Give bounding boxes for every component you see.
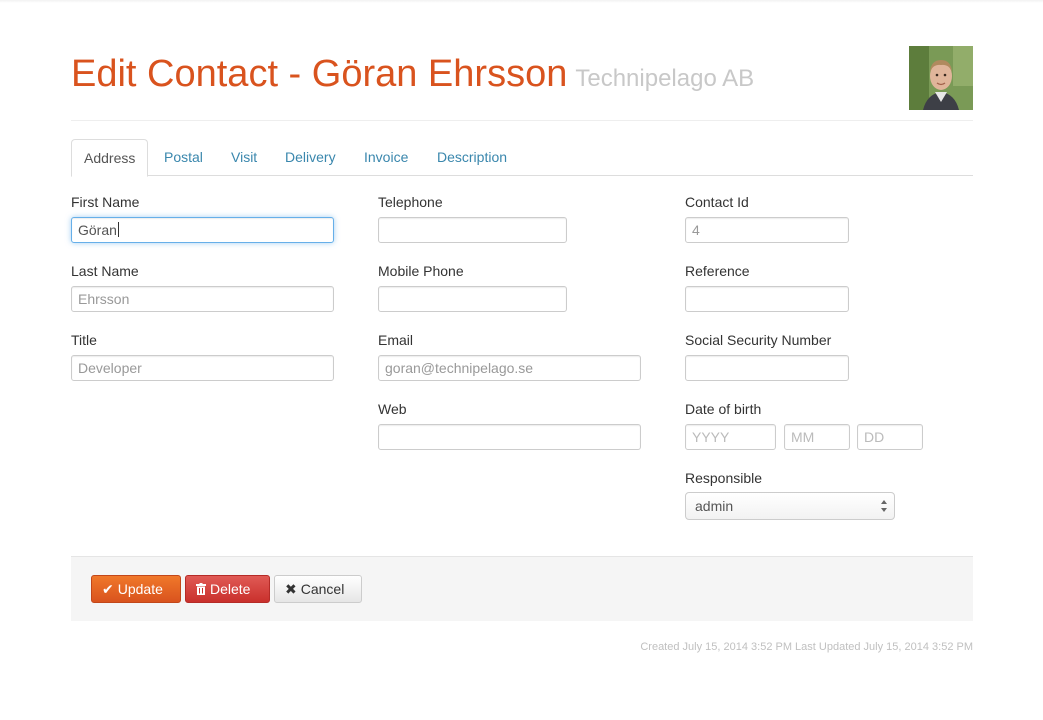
title-label: Title [71,332,97,348]
cancel-button[interactable]: ✖ Cancel [274,575,362,603]
text-caret [117,222,119,237]
delete-label: Delete [210,581,251,597]
web-label: Web [378,401,407,417]
web-field[interactable] [378,424,641,450]
first-name-field[interactable]: Göran [71,217,334,243]
mobile-phone-label: Mobile Phone [378,263,464,279]
dob-year-field[interactable]: YYYY [685,424,776,450]
dob-year-placeholder: YYYY [692,429,730,445]
company-name: Technipelago AB [575,65,755,92]
responsible-select[interactable]: admin [685,492,895,520]
reference-field[interactable] [685,286,849,312]
tab-description[interactable]: Description [437,139,507,175]
dob-month-field[interactable]: MM [784,424,850,450]
ssn-field[interactable] [685,355,849,381]
responsible-value: admin [695,498,734,514]
form-actions: ✔ Update Delete ✖ Cancel [71,556,973,621]
reference-label: Reference [685,263,750,279]
check-icon: ✔ [102,581,114,597]
dob-day-field[interactable]: DD [857,424,923,450]
contact-title: Edit Contact - Göran Ehrsson [71,53,568,95]
delete-button[interactable]: Delete [185,575,270,603]
telephone-label: Telephone [378,194,443,210]
contact-id-field[interactable]: 4 [685,217,849,243]
ssn-label: Social Security Number [685,332,832,348]
first-name-label: First Name [71,194,140,210]
update-button[interactable]: ✔ Update [91,575,181,603]
trash-icon [196,576,206,602]
dob-day-placeholder: DD [864,429,885,445]
email-field[interactable]: goran@technipelago.se [378,355,641,381]
cancel-label: Cancel [300,581,345,597]
dob-label: Date of birth [685,401,762,417]
telephone-field[interactable] [378,217,567,243]
close-icon: ✖ [285,581,297,597]
title-field[interactable]: Developer [71,355,334,381]
update-label: Update [117,581,163,597]
avatar [909,46,973,110]
tab-postal[interactable]: Postal [164,139,203,175]
record-timestamps: Created July 15, 2014 3:52 PM Last Updat… [640,641,973,653]
contact-id-label: Contact Id [685,194,749,210]
email-label: Email [378,332,414,348]
tab-invoice[interactable]: Invoice [364,139,408,175]
first-name-value: Göran [78,222,117,238]
page-header: Edit Contact - Göran Ehrsson Technipelago… [71,46,973,112]
tab-visit[interactable]: Visit [231,139,257,175]
dob-month-placeholder: MM [791,429,815,445]
page-title: Edit Contact - Göran Ehrsson Technipelago… [71,52,754,101]
last-name-field[interactable]: Ehrsson [71,286,334,312]
last-name-label: Last Name [71,263,139,279]
tab-delivery[interactable]: Delivery [285,139,336,175]
top-edge [0,0,1043,3]
tab-address[interactable]: Address [71,139,149,177]
select-arrows-icon [881,500,887,512]
header-divider [71,120,973,121]
responsible-label: Responsible [685,470,763,486]
mobile-phone-field[interactable] [378,286,567,312]
tab-bar: Address Postal Visit Delivery Invoice De… [71,139,973,177]
